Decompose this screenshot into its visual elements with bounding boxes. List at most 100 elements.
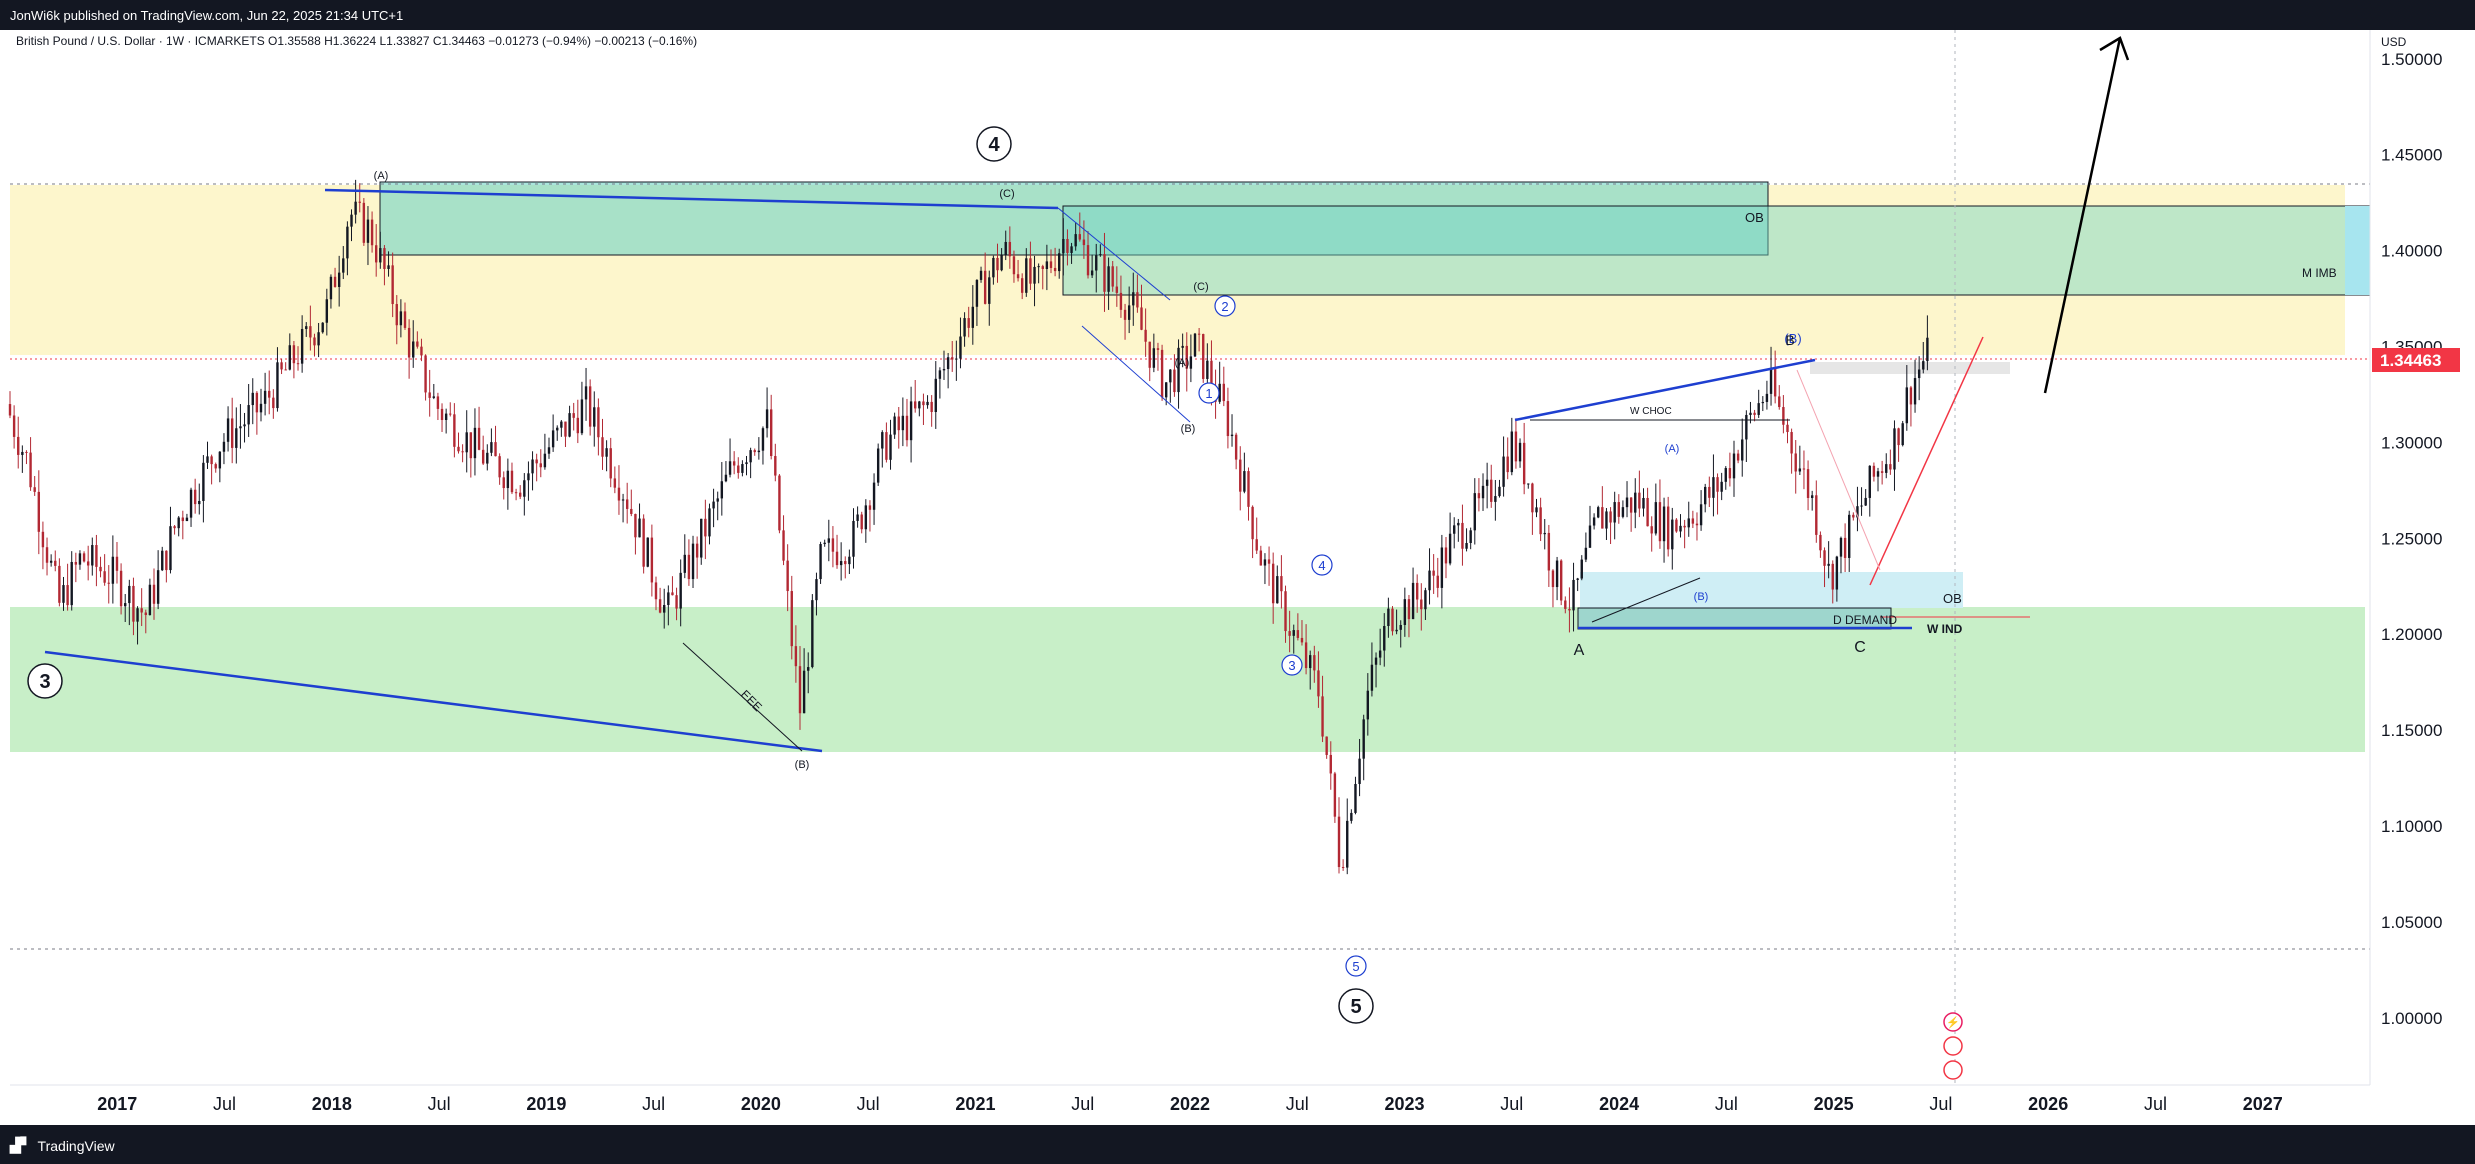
candle-body xyxy=(1514,431,1518,462)
candle-body xyxy=(1913,378,1917,405)
candle-body xyxy=(1169,369,1172,383)
x-tick-label: 2022 xyxy=(1170,1094,1210,1114)
candle-body xyxy=(1498,486,1501,497)
candle-body xyxy=(1370,664,1374,691)
candle-body xyxy=(527,473,530,481)
candle-body xyxy=(1103,254,1106,292)
candle-body xyxy=(362,202,366,243)
candle-body xyxy=(1440,547,1444,588)
candle-body xyxy=(374,245,378,263)
time-axis[interactable]: 2017 Jul 2018 Jul 2019 Jul 2020 Jul 2021 Jul 2022 J… xyxy=(10,1084,2370,1114)
candle-body xyxy=(1782,407,1785,425)
candle-body xyxy=(230,418,234,448)
candle-body xyxy=(1802,468,1806,470)
candle-body xyxy=(934,378,937,413)
wave-2-minor: 2 xyxy=(1221,299,1228,314)
candle-body xyxy=(514,492,518,494)
candle-body xyxy=(86,561,90,566)
candle-body xyxy=(823,542,826,545)
candle-body xyxy=(926,401,929,406)
candle-body xyxy=(412,341,415,358)
candle-body xyxy=(1506,456,1509,473)
candle-body xyxy=(1708,486,1711,498)
candle-body xyxy=(1679,525,1682,532)
abc-a: A xyxy=(1574,642,1585,659)
candle-body xyxy=(1769,368,1773,394)
candle-body xyxy=(453,414,456,447)
price-axis[interactable]: USD 1.00000 1.05000 1.10000 1.15000 1.20000 1… xyxy=(2369,30,2475,1125)
candle-body xyxy=(1601,507,1604,529)
candle-body xyxy=(296,363,300,365)
candle-body xyxy=(1741,439,1744,461)
candle-body xyxy=(337,272,341,287)
w-ind-label: W IND xyxy=(1927,622,1963,636)
candle-body xyxy=(1773,368,1777,397)
candle-body xyxy=(1564,600,1567,609)
candle-body xyxy=(712,501,715,509)
candle-body xyxy=(852,520,855,557)
candle-body xyxy=(152,584,156,604)
candle-body xyxy=(300,329,304,364)
svg-text:⚡: ⚡ xyxy=(1946,1016,1960,1029)
abc-c: C xyxy=(1854,639,1866,656)
candle-body xyxy=(757,450,761,453)
candle-body xyxy=(560,421,563,428)
symbol-legend[interactable]: British Pound / U.S. Dollar · 1W · ICMAR… xyxy=(16,34,697,48)
candle-body xyxy=(251,392,254,406)
candle-body xyxy=(1806,469,1810,498)
candle-body xyxy=(1852,514,1855,518)
candle-body xyxy=(1843,537,1847,558)
candle-body xyxy=(728,461,732,475)
candle-body xyxy=(1420,599,1423,610)
candle-body xyxy=(33,487,36,492)
candle-body xyxy=(1230,434,1234,437)
candle-body xyxy=(679,572,682,609)
candle-body xyxy=(313,337,316,346)
y-tick-label: 1.15000 xyxy=(2381,721,2442,740)
candle-body xyxy=(811,600,814,668)
candle-body xyxy=(704,518,707,537)
candle-body xyxy=(428,392,431,398)
candle-body xyxy=(17,436,20,455)
tradingview-logo[interactable]: ▟▘ TradingView xyxy=(10,1137,115,1154)
candle-body xyxy=(1687,518,1690,528)
flag-icon[interactable] xyxy=(1943,1060,1963,1080)
candle-body xyxy=(1848,514,1851,558)
candle-body xyxy=(58,565,61,603)
candle-body xyxy=(1522,442,1526,485)
candle-body xyxy=(1164,382,1168,398)
candle-body xyxy=(1123,309,1127,320)
candlestick-chart[interactable]: USD 1.00000 1.05000 1.10000 1.15000 1.20000 1… xyxy=(0,0,2475,1125)
candle-body xyxy=(1378,650,1382,658)
tv-logo-icon: ▟▘ xyxy=(10,1137,32,1153)
candle-body xyxy=(798,666,802,714)
candle-body xyxy=(1757,403,1760,415)
candle-body xyxy=(1341,867,1345,869)
candle-body xyxy=(741,464,744,473)
candle-body xyxy=(329,276,333,300)
candle-body xyxy=(1662,506,1666,542)
candle-body xyxy=(1140,307,1143,330)
candle-body xyxy=(1712,477,1715,498)
candle-body xyxy=(1411,582,1415,620)
candle-body xyxy=(1099,254,1102,256)
candle-body xyxy=(909,401,913,441)
chart-screenshot: { "header": {"publish_text": "JonWi6k pu… xyxy=(0,0,2475,1164)
footer-bar: ▟▘ TradingView xyxy=(0,1125,2475,1164)
candle-body xyxy=(914,401,917,409)
candle-body xyxy=(354,201,357,215)
candle-body xyxy=(1197,333,1201,335)
candle-body xyxy=(700,518,703,558)
wave-1-minor: 1 xyxy=(1205,386,1212,401)
candle-body xyxy=(239,426,242,429)
candle-body xyxy=(1020,278,1024,293)
event-icons[interactable]: ⚡ xyxy=(1943,1012,1963,1080)
candle-body xyxy=(979,270,983,280)
candle-body xyxy=(1835,556,1839,590)
candle-body xyxy=(403,311,407,328)
candle-body xyxy=(1432,570,1435,576)
candle-body xyxy=(292,345,296,364)
candle-body xyxy=(498,456,501,478)
candle-body xyxy=(136,608,139,622)
flag-icon[interactable] xyxy=(1943,1036,1963,1056)
